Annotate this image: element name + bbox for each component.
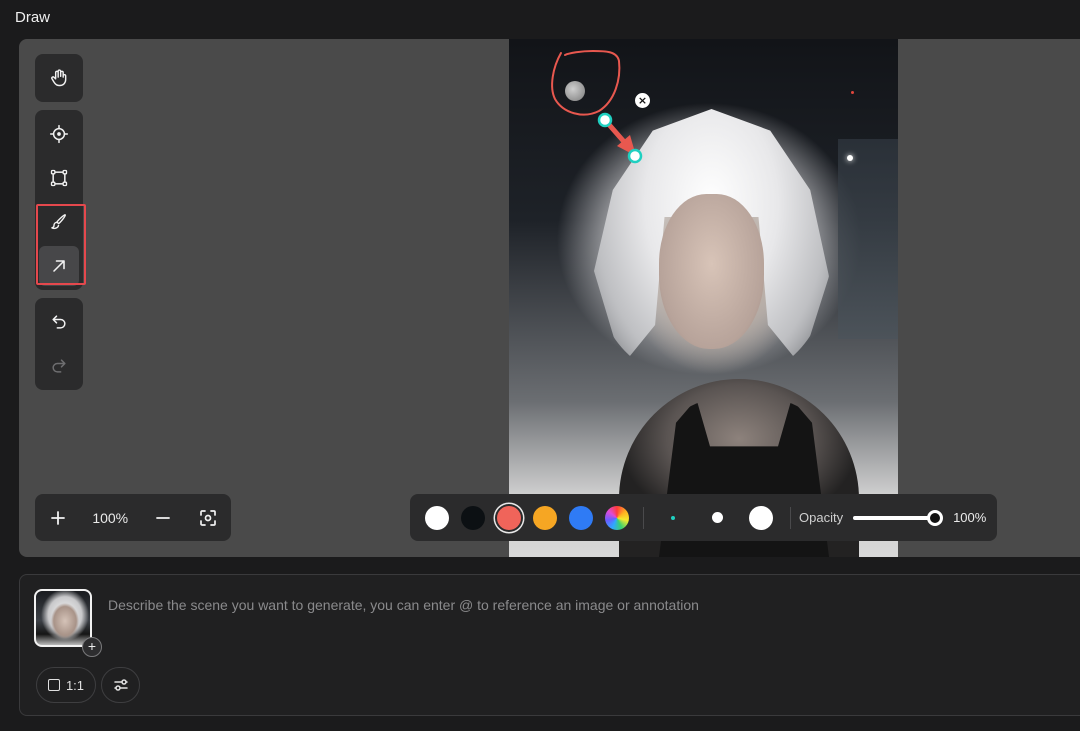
annotation-style-bar: Opacity 100% bbox=[410, 494, 997, 541]
brush-icon bbox=[51, 214, 66, 230]
prompt-panel: + 1:1 bbox=[19, 574, 1080, 716]
select-box-tool-button[interactable] bbox=[39, 158, 79, 198]
fit-screen-button[interactable] bbox=[185, 494, 231, 541]
drawing-canvas[interactable]: × 100% Opacity 100% bbox=[19, 39, 1080, 557]
settings-button[interactable] bbox=[101, 667, 140, 703]
color-swatch-orange[interactable] bbox=[533, 505, 557, 530]
prompt-input[interactable] bbox=[108, 594, 1008, 616]
minus-icon bbox=[155, 516, 170, 519]
zoom-level: 100% bbox=[92, 509, 129, 526]
hand-icon bbox=[51, 69, 67, 87]
stroke-size-medium[interactable] bbox=[702, 512, 732, 523]
color-swatch-black[interactable] bbox=[461, 505, 485, 530]
opacity-value: 100% bbox=[953, 510, 987, 525]
undo-button[interactable] bbox=[39, 302, 79, 342]
zoom-out-button[interactable] bbox=[140, 494, 186, 541]
add-reference-button[interactable]: + bbox=[82, 637, 102, 657]
style-divider bbox=[790, 506, 791, 529]
color-swatch-red[interactable] bbox=[497, 505, 521, 530]
aspect-ratio-label: 1:1 bbox=[65, 677, 85, 693]
color-swatch-white[interactable] bbox=[425, 505, 449, 530]
plus-icon bbox=[50, 510, 65, 525]
crosshair-icon bbox=[49, 124, 69, 144]
stroke-size-small[interactable] bbox=[658, 515, 688, 520]
brush-tool-button[interactable] bbox=[39, 202, 79, 242]
bounding-box-icon bbox=[50, 169, 68, 187]
reference-thumbnail[interactable] bbox=[34, 589, 92, 647]
custom-color-picker[interactable] bbox=[605, 505, 629, 530]
arrow-tool-button[interactable] bbox=[39, 246, 79, 286]
aspect-ratio-icon bbox=[47, 679, 60, 691]
delete-annotation-button[interactable]: × bbox=[635, 93, 650, 108]
app-title: Draw bbox=[15, 9, 51, 26]
history-tool-group bbox=[35, 298, 83, 390]
target-tool-button[interactable] bbox=[39, 114, 79, 154]
annotation-layer[interactable] bbox=[509, 39, 898, 557]
hand-tool-button[interactable] bbox=[39, 58, 79, 98]
opacity-slider-handle[interactable] bbox=[927, 509, 944, 526]
drawing-tool-group bbox=[35, 110, 83, 290]
arrow-icon bbox=[53, 260, 65, 272]
opacity-slider[interactable] bbox=[853, 509, 944, 526]
style-divider bbox=[643, 506, 644, 529]
undo-icon bbox=[52, 315, 66, 329]
color-swatch-blue[interactable] bbox=[569, 505, 593, 530]
zoom-controls: 100% bbox=[35, 494, 231, 541]
arrow-start-handle bbox=[597, 112, 613, 128]
reference-image[interactable]: × bbox=[509, 39, 898, 557]
arrow-end-handle bbox=[627, 148, 643, 164]
aspect-ratio-button[interactable]: 1:1 bbox=[36, 667, 96, 703]
opacity-label: Opacity bbox=[799, 510, 844, 525]
fit-screen-icon bbox=[200, 509, 217, 526]
sliders-icon bbox=[113, 679, 128, 691]
zoom-in-button[interactable] bbox=[35, 494, 81, 541]
pan-tool-group bbox=[35, 54, 83, 102]
redo-button[interactable] bbox=[39, 346, 79, 386]
stroke-size-large[interactable] bbox=[746, 505, 776, 530]
freehand-circle-annotation bbox=[551, 49, 621, 116]
redo-icon bbox=[52, 359, 66, 373]
